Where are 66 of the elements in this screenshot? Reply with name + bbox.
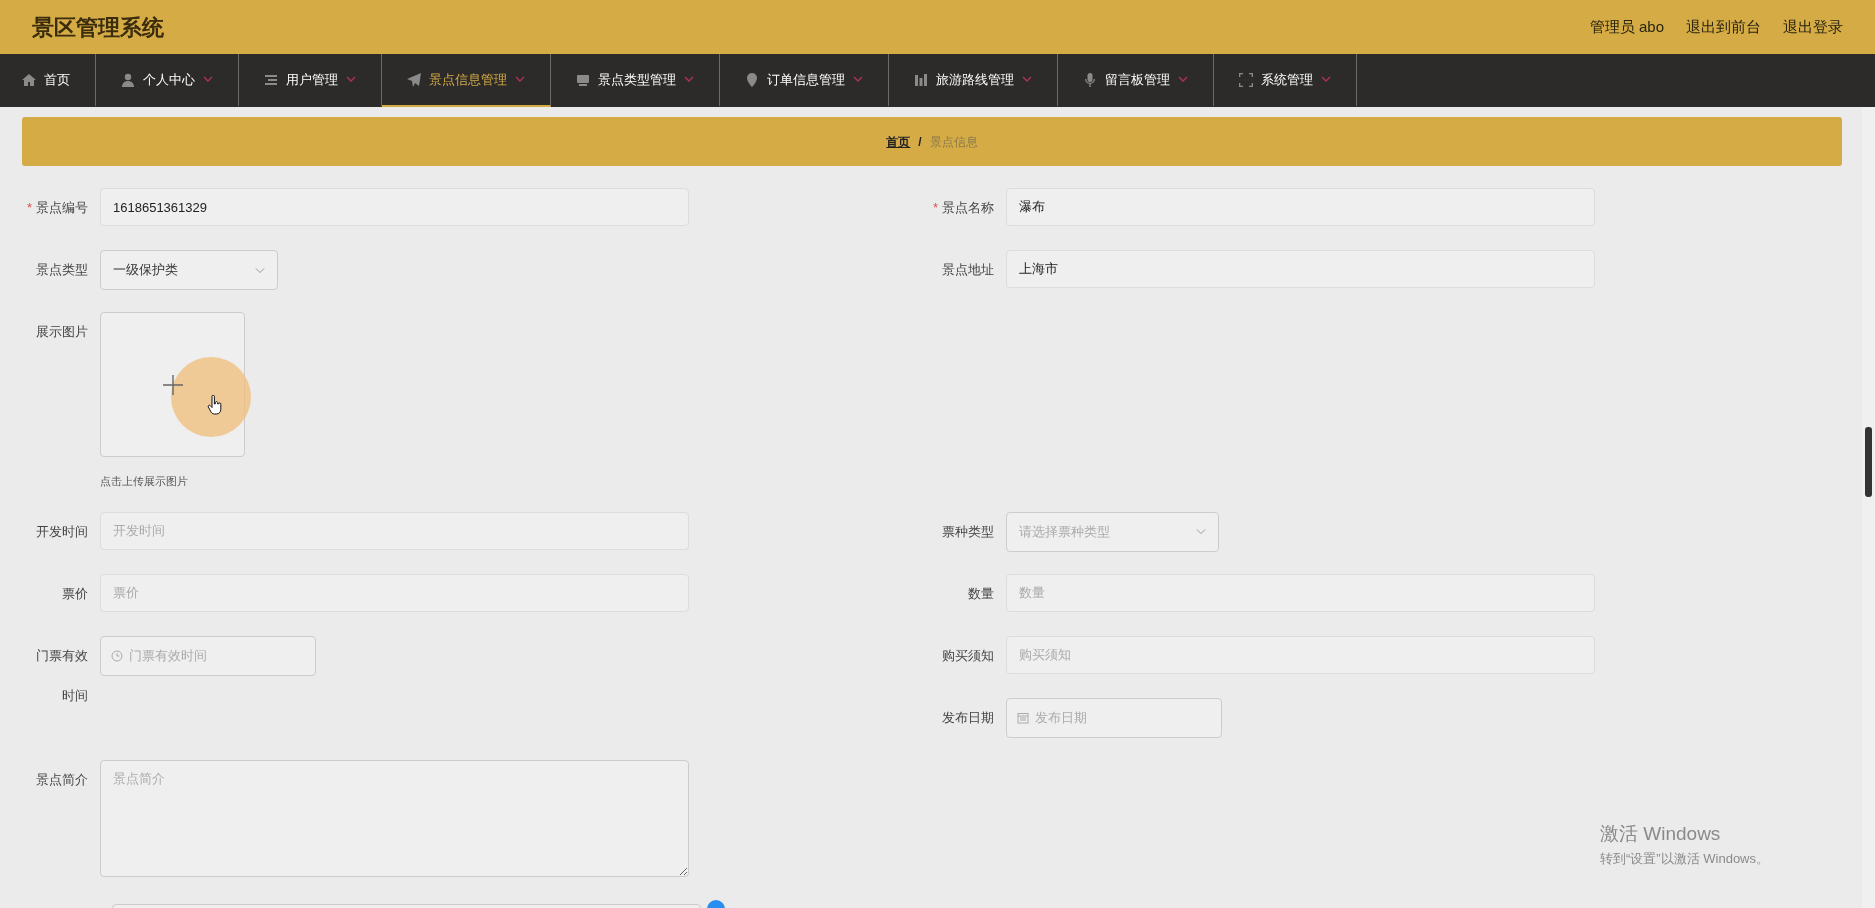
breadcrumb-separator: / xyxy=(918,133,922,151)
calendar-icon xyxy=(1017,711,1029,724)
nav-tab[interactable]: 景点类型管理 xyxy=(551,54,720,107)
text-area[interactable]: 景点简介 xyxy=(100,759,689,877)
input-field[interactable]: 瀑布 xyxy=(1006,188,1595,226)
activation-text: 转到“设置”以激活 Windows。 xyxy=(1600,849,1769,868)
nav-tab[interactable]: 首页 xyxy=(0,54,96,107)
chevron-down-icon xyxy=(1196,528,1206,535)
scrollbar[interactable] xyxy=(1862,107,1875,908)
field-label: 景点类型 xyxy=(36,262,88,277)
nav-tab[interactable]: 订单信息管理 xyxy=(720,54,889,107)
input-field[interactable]: 上海市 xyxy=(1006,250,1595,288)
nav-tab[interactable]: 个人中心 xyxy=(96,54,239,107)
input-field[interactable]: 数量 xyxy=(1006,573,1595,612)
clock-icon xyxy=(111,649,123,662)
fullscreen-icon xyxy=(1239,72,1253,87)
microphone-icon xyxy=(1083,72,1097,87)
field-label: 票价 xyxy=(62,585,88,601)
pin-icon xyxy=(745,72,759,87)
field-label: 票种类型 xyxy=(942,523,994,539)
caret-icon xyxy=(684,76,694,83)
header-link[interactable]: 退出登录 xyxy=(1783,15,1843,39)
list-icon xyxy=(264,72,278,87)
field-label: 展示图片 xyxy=(36,324,88,339)
required-mark: * xyxy=(932,200,938,215)
activation-title: 激活 Windows xyxy=(1600,822,1722,846)
select-field[interactable]: 一级保护类 xyxy=(100,250,278,290)
nav-tab[interactable]: 景点信息管理 xyxy=(382,54,551,107)
field-label: 发布日期 xyxy=(942,709,994,725)
home-icon xyxy=(22,72,36,87)
field-label: 数量 xyxy=(968,585,994,601)
header-link[interactable]: 退出到前台 xyxy=(1686,15,1761,39)
upload-hint: 点击上传展示图片 xyxy=(100,474,189,489)
box-icon xyxy=(576,72,590,87)
field-label: 开发时间 xyxy=(36,523,88,539)
caret-icon xyxy=(1178,76,1188,83)
nav-tab[interactable]: 留言板管理 xyxy=(1058,54,1214,107)
required-mark: * xyxy=(26,200,32,215)
breadcrumb-current: 景点信息 xyxy=(929,133,978,151)
nav-tab[interactable]: 旅游路线管理 xyxy=(889,54,1058,107)
bars-icon xyxy=(914,72,928,87)
breadcrumb-link[interactable]: 首页 xyxy=(886,132,911,151)
paper-plane-icon xyxy=(407,72,421,87)
field-label: 景点简介 xyxy=(36,771,88,787)
nav-tab[interactable]: 用户管理 xyxy=(239,54,382,107)
plus-icon xyxy=(163,375,183,395)
input-field[interactable]: 票价 xyxy=(100,573,689,612)
caret-icon xyxy=(203,76,213,83)
input-field[interactable]: 购买须知 xyxy=(1006,635,1595,674)
chevron-down-icon xyxy=(255,266,265,274)
caret-icon xyxy=(515,76,525,83)
input-field[interactable]: 开发时间 xyxy=(100,511,689,550)
field-label: 景点地址 xyxy=(942,262,994,277)
hand-cursor-icon xyxy=(207,395,223,415)
caret-icon xyxy=(1022,76,1032,83)
person-icon xyxy=(121,72,135,87)
caret-icon xyxy=(1321,76,1331,83)
field-label: 购买须知 xyxy=(942,647,994,663)
app-title: 景区管理系统 xyxy=(32,13,164,42)
nav-tab[interactable]: 系统管理 xyxy=(1214,54,1357,107)
field-label: 门票有效时间 xyxy=(36,647,88,703)
input-field[interactable]: 1618651361329 xyxy=(100,188,689,226)
scrollbar-thumb[interactable] xyxy=(1865,427,1872,497)
caret-icon xyxy=(346,76,356,83)
caret-icon xyxy=(853,76,863,83)
header-link[interactable]: 管理员 abo xyxy=(1589,15,1664,39)
